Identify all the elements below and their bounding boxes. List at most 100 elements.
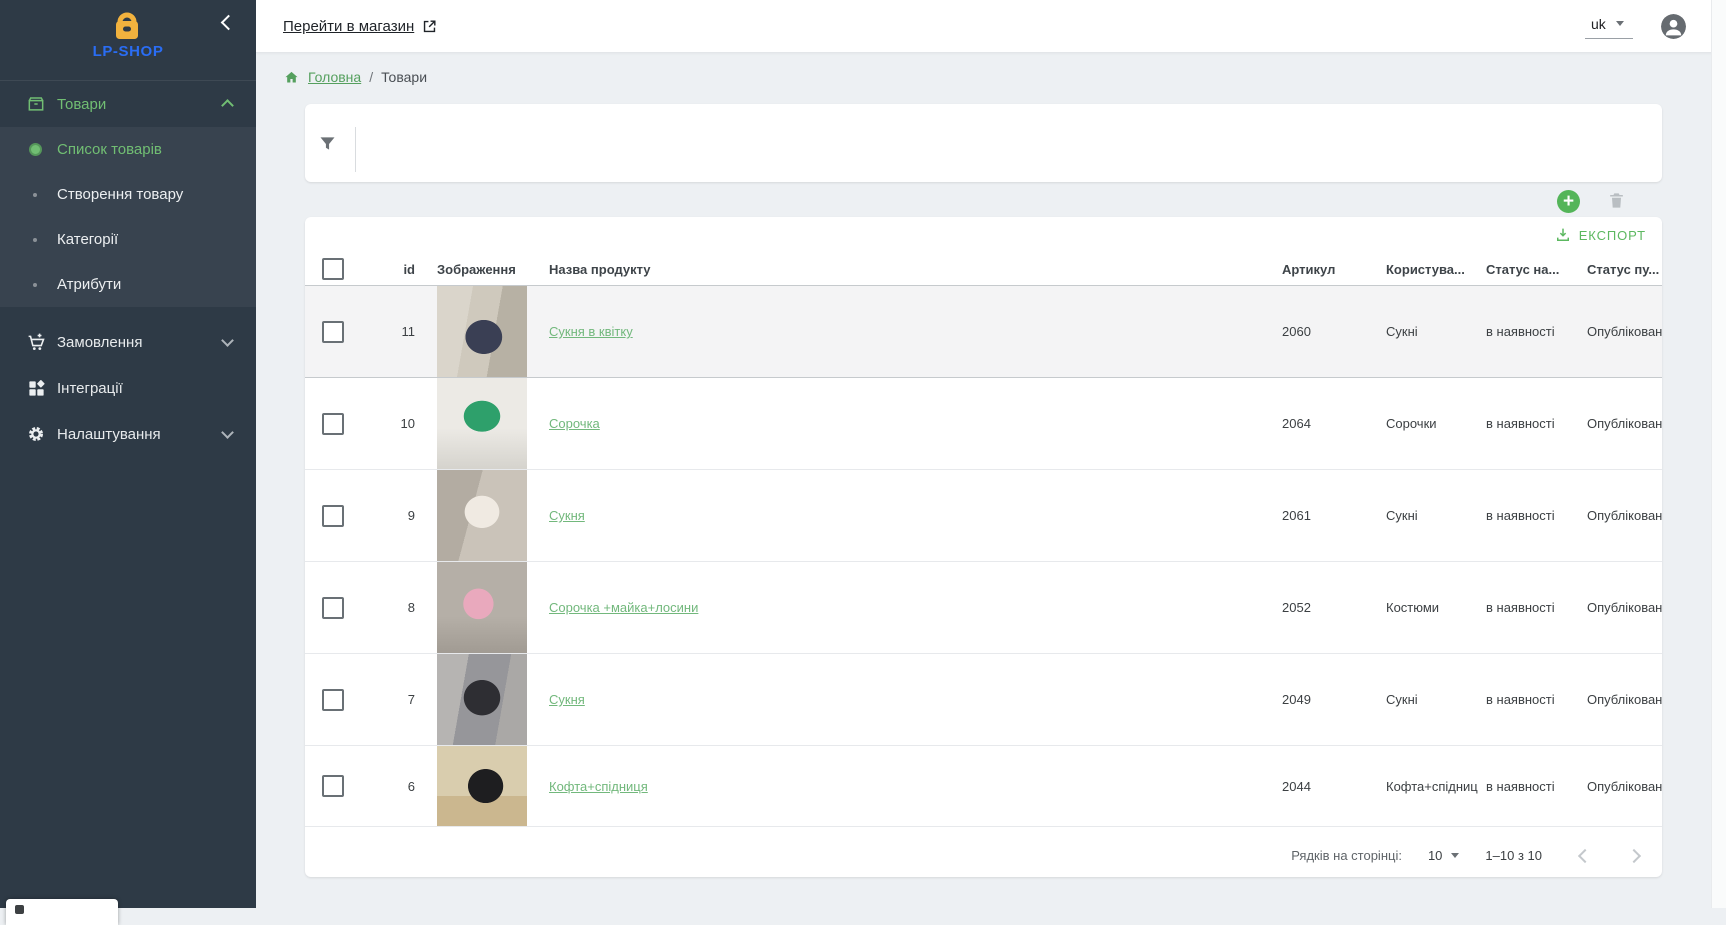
chevron-down-icon: [221, 426, 234, 439]
sidebar-item-label: Категорії: [57, 231, 118, 248]
widgets-icon: [25, 379, 47, 398]
column-header-availability[interactable]: Статус на...: [1484, 262, 1585, 277]
product-availability-status: в наявності: [1484, 779, 1585, 794]
sidebar-item-settings[interactable]: Налаштування: [0, 411, 256, 457]
external-link-icon: [421, 18, 438, 35]
product-id: 6: [361, 779, 416, 794]
export-button[interactable]: ЕКСПОРТ: [305, 217, 1662, 253]
product-image: [437, 470, 527, 561]
table-row: 7 Сукня 2049 Сукні в наявності Опубліков…: [305, 654, 1662, 746]
product-sku: 2061: [1280, 508, 1384, 523]
column-header-sku[interactable]: Артикул: [1280, 262, 1384, 277]
products-table-card: ЕКСПОРТ id Зображення Назва продукту Арт…: [305, 217, 1662, 877]
sidebar-item-products[interactable]: Товари: [0, 81, 256, 127]
sidebar-item-categories[interactable]: Категорії: [0, 217, 256, 262]
home-icon: [283, 69, 300, 86]
product-image: [437, 286, 527, 377]
account-avatar-button[interactable]: [1661, 14, 1686, 39]
column-header-id[interactable]: id: [361, 262, 416, 277]
export-label: ЕКСПОРТ: [1579, 228, 1646, 243]
product-sku: 2052: [1280, 600, 1384, 615]
rows-per-page-select[interactable]: 10: [1428, 848, 1459, 863]
row-checkbox[interactable]: [322, 321, 344, 343]
sidebar-item-label: Створення товару: [57, 186, 183, 203]
row-checkbox[interactable]: [322, 689, 344, 711]
row-checkbox[interactable]: [322, 597, 344, 619]
sidebar-item-product-list[interactable]: Список товарів: [0, 127, 256, 172]
sidebar-item-integrations[interactable]: Інтеграції: [0, 365, 256, 411]
sidebar-item-label: Замовлення: [57, 334, 142, 351]
filter-icon[interactable]: [317, 133, 338, 159]
add-product-button[interactable]: +: [1557, 190, 1580, 213]
language-value: uk: [1591, 16, 1606, 32]
logo-block: LP-SHOP: [0, 0, 256, 81]
sidebar-item-label: Список товарів: [57, 141, 162, 158]
product-publication-status: Опубліковано: [1585, 779, 1662, 794]
go-to-store-label: Перейти в магазин: [283, 18, 414, 35]
corner-popup[interactable]: [6, 899, 118, 925]
sidebar: LP-SHOP Товари Список товарів Створення …: [0, 0, 256, 908]
column-header-image: Зображення: [416, 253, 527, 285]
product-category: Костюми: [1384, 600, 1484, 615]
rows-per-page-label: Рядків на сторінці:: [1291, 848, 1402, 863]
sidebar-item-create-product[interactable]: Створення товару: [0, 172, 256, 217]
product-id: 9: [361, 508, 416, 523]
language-select[interactable]: uk: [1585, 14, 1633, 39]
popup-icon: [15, 905, 24, 914]
product-image: [437, 746, 527, 826]
product-name-link[interactable]: Сукня в квітку: [549, 324, 633, 339]
caret-down-icon: [1616, 21, 1624, 26]
product-name-link[interactable]: Сорочка: [549, 416, 600, 431]
sidebar-collapse-button[interactable]: [218, 12, 238, 32]
row-checkbox[interactable]: [322, 775, 344, 797]
chevron-right-icon: [1626, 848, 1640, 862]
column-header-category[interactable]: Користува...: [1384, 262, 1484, 277]
product-availability-status: в наявності: [1484, 324, 1585, 339]
product-name-link[interactable]: Сорочка +майка+лосини: [549, 600, 698, 615]
sidebar-item-orders[interactable]: Замовлення: [0, 319, 256, 365]
filter-divider: [355, 127, 356, 172]
page-scrollbar[interactable]: [1711, 0, 1726, 908]
next-page-button[interactable]: [1626, 847, 1644, 865]
row-checkbox[interactable]: [322, 413, 344, 435]
gear-icon: [25, 424, 47, 444]
logo-text: LP-SHOP: [0, 43, 256, 60]
pagination-bar: Рядків на сторінці: 10 1–10 з 10: [305, 827, 1662, 877]
product-id: 7: [361, 692, 416, 707]
table-row: 11 Сукня в квітку 2060 Сукні в наявності…: [305, 285, 1662, 378]
product-name-link[interactable]: Кофта+спідниця: [549, 779, 648, 794]
topbar-right: uk: [1585, 14, 1686, 39]
product-availability-status: в наявності: [1484, 692, 1585, 707]
product-sku: 2049: [1280, 692, 1384, 707]
chevron-up-icon: [221, 99, 234, 112]
bullet-icon: [24, 283, 46, 287]
breadcrumb-home-link[interactable]: Головна: [308, 69, 361, 85]
delete-icon[interactable]: [1607, 190, 1626, 216]
go-to-store-link[interactable]: Перейти в магазин: [283, 18, 438, 35]
product-publication-status: Опубліковано: [1585, 416, 1662, 431]
sidebar-item-attributes[interactable]: Атрибути: [0, 262, 256, 307]
table-actions: +: [305, 182, 1662, 218]
product-sku: 2064: [1280, 416, 1384, 431]
product-category: Сукні: [1384, 692, 1484, 707]
product-image: [437, 562, 527, 653]
product-publication-status: Опубліковано: [1585, 324, 1662, 339]
column-header-name[interactable]: Назва продукту: [527, 262, 1280, 277]
sidebar-lower-group: Замовлення Інтеграції Налаштування: [0, 307, 256, 457]
column-header-publication[interactable]: Статус пу...: [1585, 262, 1662, 277]
sidebar-item-label: Інтеграції: [57, 380, 123, 397]
product-name-link[interactable]: Сукня: [549, 508, 585, 523]
breadcrumb: Головна / Товари: [283, 64, 427, 90]
sidebar-item-label: Атрибути: [57, 276, 121, 293]
select-all-checkbox[interactable]: [322, 258, 344, 280]
previous-page-button[interactable]: [1574, 847, 1592, 865]
product-name-link[interactable]: Сукня: [549, 692, 585, 707]
active-bullet-icon: [24, 143, 46, 156]
product-publication-status: Опубліковано: [1585, 692, 1662, 707]
row-checkbox[interactable]: [322, 505, 344, 527]
filter-panel: [305, 104, 1662, 182]
product-category: Сукні: [1384, 324, 1484, 339]
bullet-icon: [24, 238, 46, 242]
product-image: [437, 654, 527, 745]
pagination-buttons: [1574, 847, 1644, 865]
